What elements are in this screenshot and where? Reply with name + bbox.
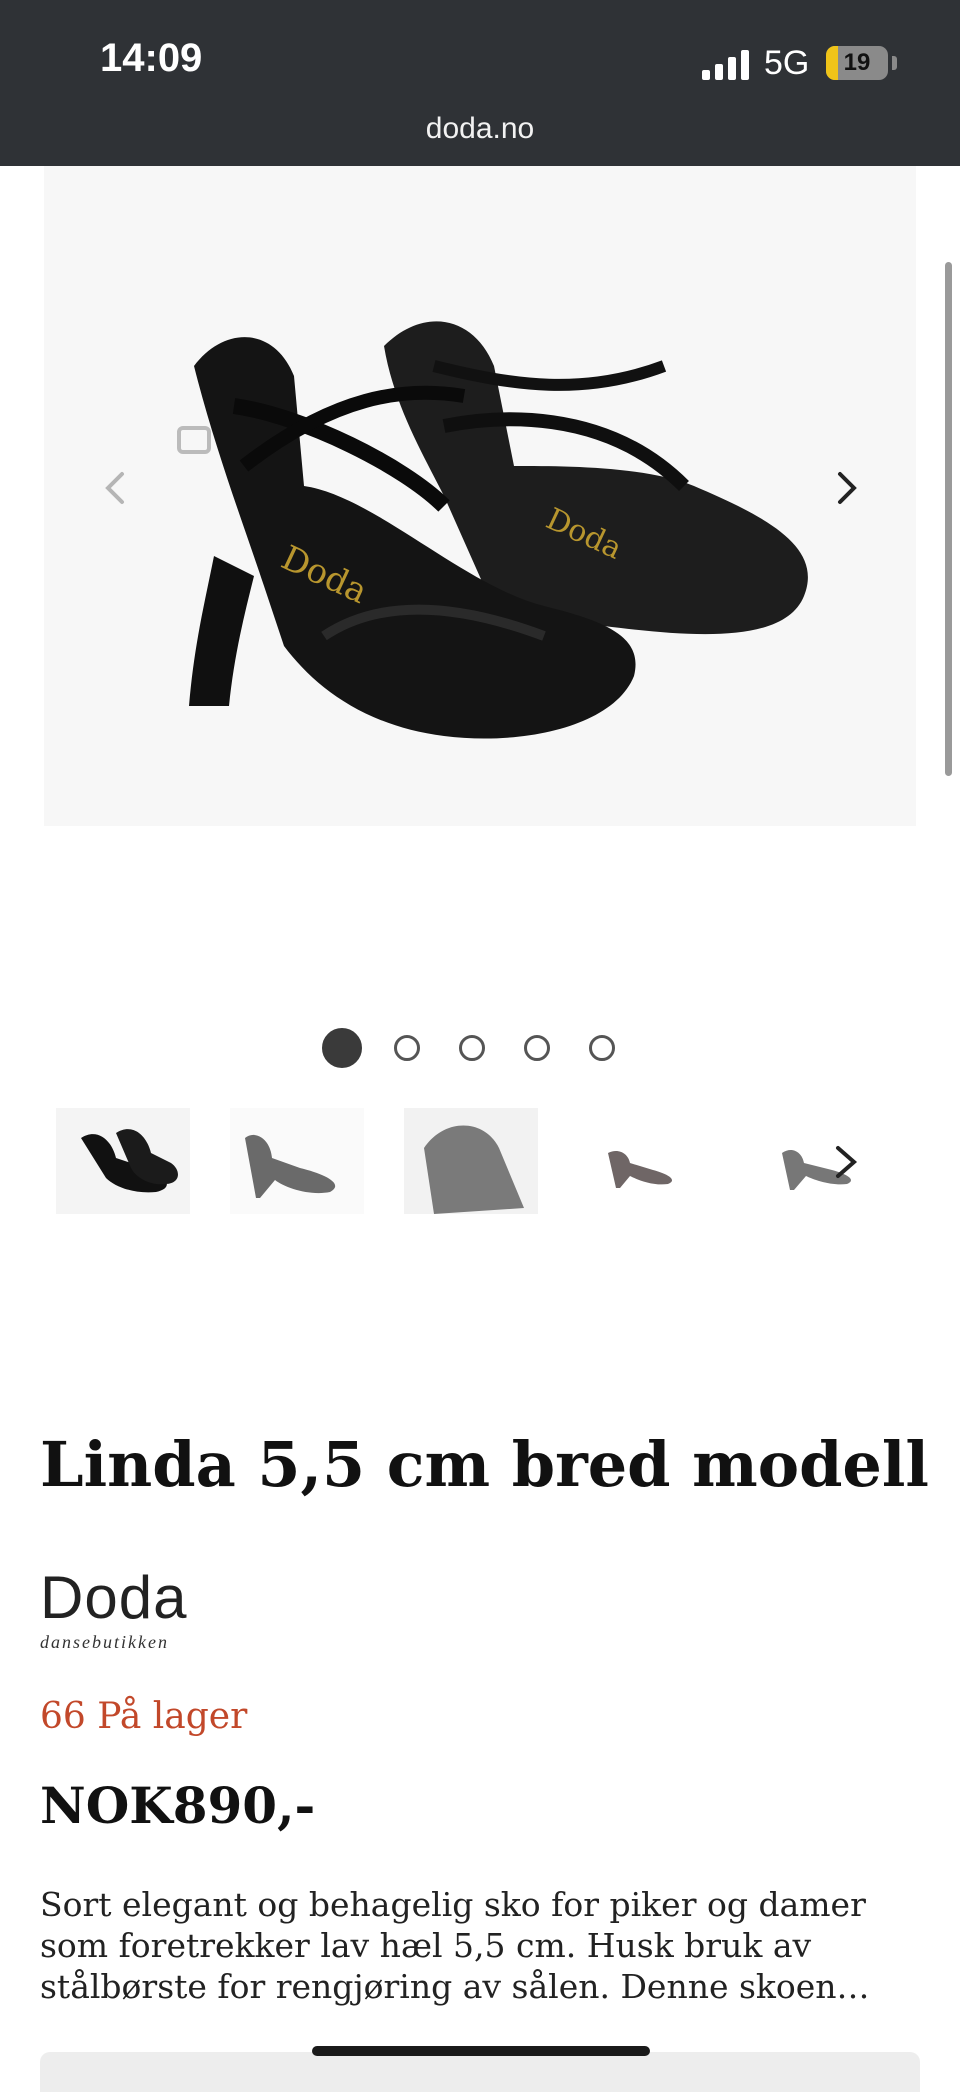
product-description[interactable]: Sort elegant og behagelig sko for piker … <box>40 1884 920 2007</box>
home-indicator[interactable] <box>312 2046 650 2056</box>
brand-logo[interactable]: Doda dansebutikken <box>40 1568 230 1658</box>
battery-level: 19 <box>843 49 871 76</box>
description-line: Sort elegant og behagelig sko for piker … <box>40 1885 866 1924</box>
thumbnail-1[interactable] <box>56 1108 190 1214</box>
description-line: stålbørste for rengjøring av sålen. Denn… <box>40 1967 870 2006</box>
thumbnail-strip <box>56 1108 936 1218</box>
status-bar: 14:09 5G 19 doda.no <box>0 0 960 166</box>
thumbnail-4[interactable] <box>578 1108 712 1214</box>
carousel-dot-4[interactable] <box>524 1035 550 1061</box>
description-line: som foretrekker lav hæl 5,5 cm. Husk bru… <box>40 1926 812 1965</box>
carousel-dot-2[interactable] <box>394 1035 420 1061</box>
carousel-dot-1[interactable] <box>322 1028 362 1068</box>
product-image[interactable]: Doda Doda <box>44 166 916 826</box>
product-title: Linda 5,5 cm bred modell <box>40 1428 929 1501</box>
clock: 14:09 <box>100 36 203 80</box>
brand-tagline: dansebutikken <box>40 1632 169 1652</box>
network-type: 5G <box>764 44 810 82</box>
chevron-right-icon[interactable] <box>826 468 866 508</box>
thumbnail-5[interactable] <box>752 1108 886 1214</box>
carousel-dots <box>322 1028 654 1068</box>
battery-icon: 19 <box>826 46 888 80</box>
stock-status: 66 På lager <box>40 1696 248 1737</box>
brand-name: Doda <box>40 1564 188 1631</box>
chevron-left-icon[interactable] <box>96 468 136 508</box>
carousel-dot-5[interactable] <box>589 1035 615 1061</box>
carousel-dot-3[interactable] <box>459 1035 485 1061</box>
address-bar-url[interactable]: doda.no <box>0 112 960 146</box>
product-price: NOK890,- <box>40 1776 316 1835</box>
cellular-signal-icon <box>702 50 749 80</box>
shoe-photo: Doda Doda <box>44 166 916 826</box>
details-accordion[interactable] <box>40 2052 920 2092</box>
thumbnail-2[interactable] <box>230 1108 364 1214</box>
battery-tip <box>892 56 897 70</box>
thumbnail-next-chevron-icon[interactable] <box>828 1142 864 1182</box>
page-scrollbar[interactable] <box>945 262 952 776</box>
thumbnail-3[interactable] <box>404 1108 538 1214</box>
